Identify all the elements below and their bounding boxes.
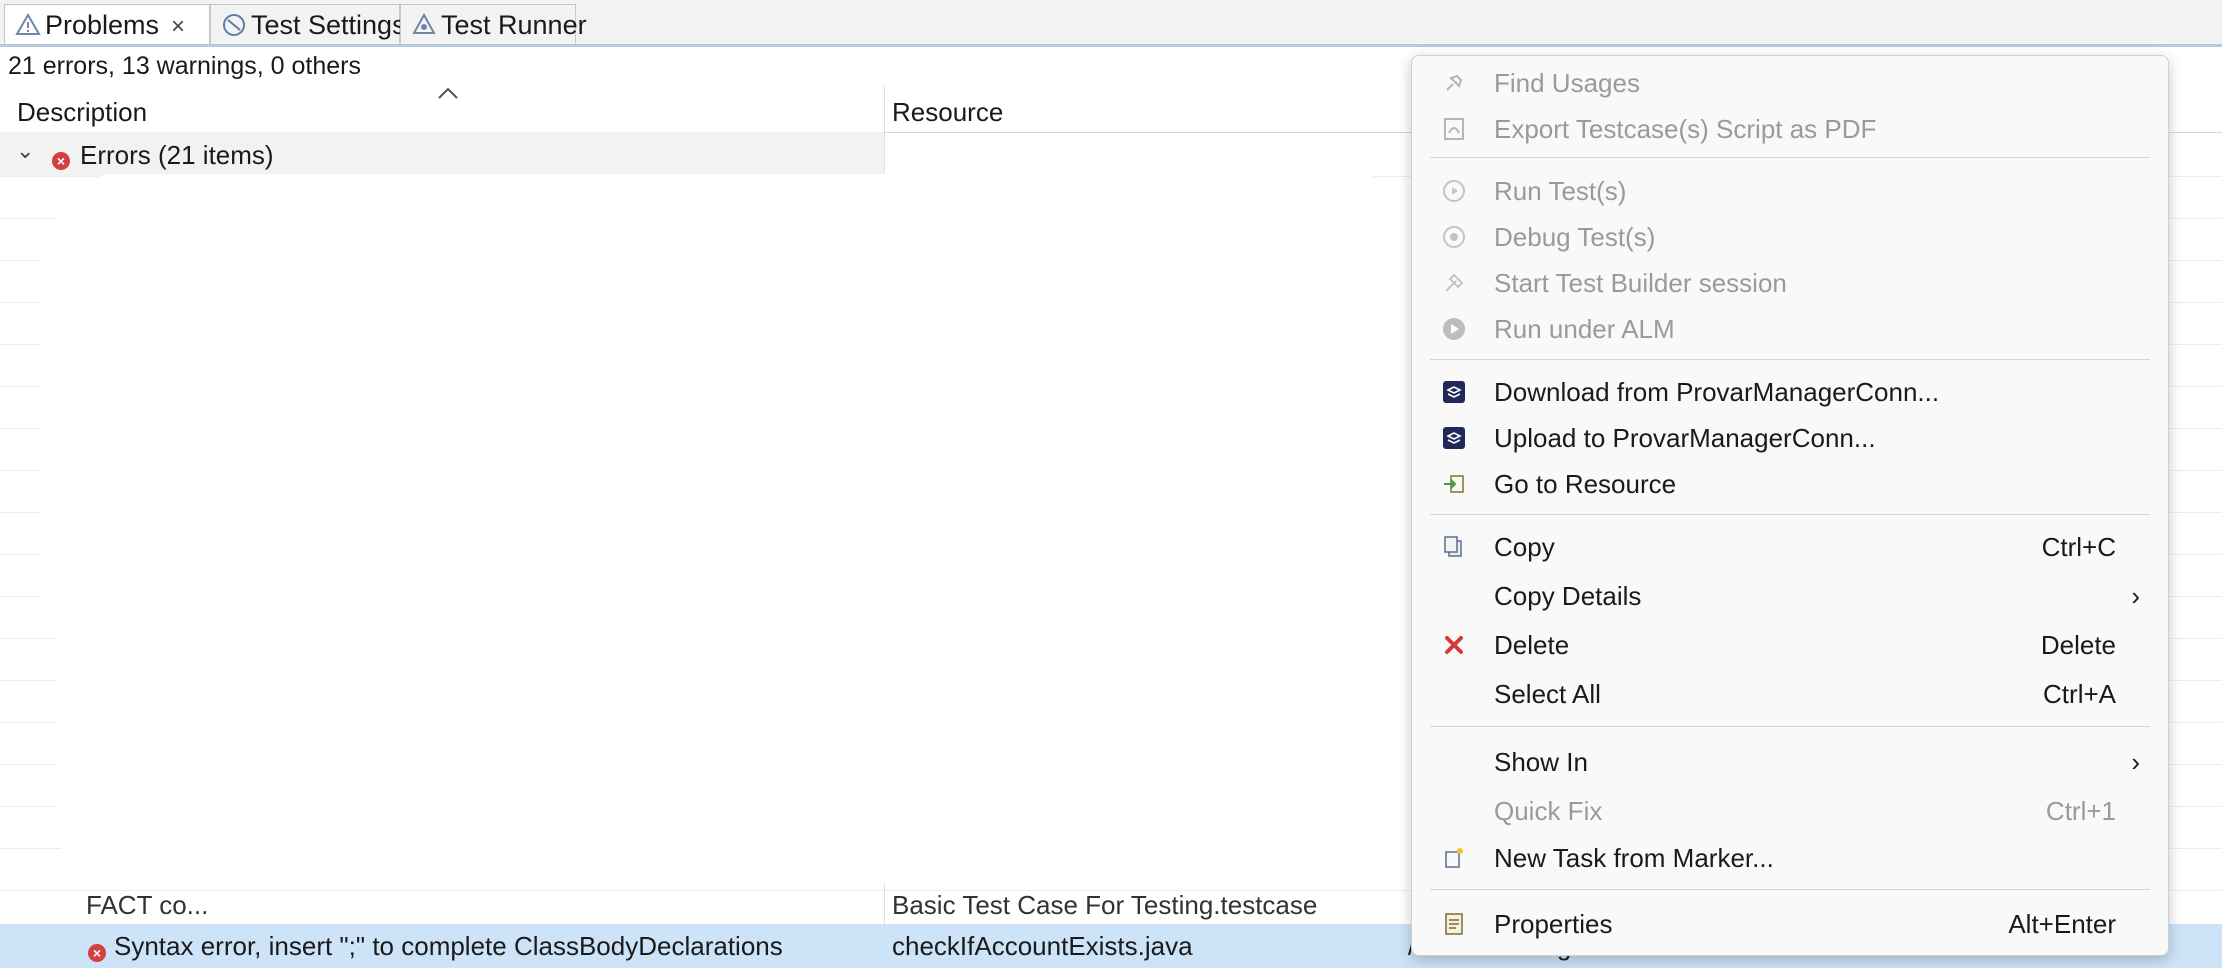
play-circle-icon [1443,318,1465,340]
menu-item-label: Go to Resource [1494,469,1677,499]
submenu-arrow-icon: › [2131,581,2140,611]
menu-item-run-tests[interactable]: Run Test(s) [1412,169,2168,213]
tab-test-settings[interactable]: Test Settings [210,4,406,44]
column-header-resource[interactable]: Resource [892,85,1003,132]
provar-manager-icon [1443,381,1465,403]
menu-item-delete[interactable]: Delete Delete [1412,623,2168,667]
menu-item-upload-provar-manager[interactable]: Upload to ProvarManagerConn... [1412,416,2168,460]
row-resource: checkIfAccountExists.java [892,931,1193,961]
error-icon: × [52,144,70,175]
menu-item-label: Select All [1494,679,1601,709]
tab-label: Test Settings [251,10,406,40]
menu-item-label: Properties [1494,909,1613,939]
menu-item-properties[interactable]: Properties Alt+Enter [1412,902,2168,946]
menu-item-run-under-alm[interactable]: Run under ALM [1412,307,2168,351]
settings-icon [221,9,247,36]
menu-item-shortcut: Delete [2040,630,2116,660]
chevron-down-icon[interactable]: ⌄ [16,138,34,164]
column-header-description[interactable]: Description [17,85,147,132]
submenu-arrow-icon: › [2131,747,2140,777]
menu-item-export-pdf[interactable]: Export Testcase(s) Script as PDF [1412,107,2168,151]
list-item-description-fragment: FACT co... [86,890,209,920]
menu-item-label: Run under ALM [1494,314,1675,344]
menu-item-label: Export Testcase(s) Script as PDF [1494,114,1877,144]
menu-item-start-test-builder[interactable]: Start Test Builder session [1412,261,2168,305]
tab-problems[interactable]: Problems × [4,4,210,44]
menu-item-label: New Task from Marker... [1494,843,1774,873]
redacted-region [56,174,1416,884]
redacted-region [40,220,100,640]
menu-item-label: Copy [1494,532,1555,562]
builder-icon [1445,273,1464,292]
menu-item-copy[interactable]: Copy Ctrl+C [1412,525,2168,569]
list-item-resource-fragment: Basic Test Case For Testing.testcase [892,890,1318,920]
menu-item-label: Quick Fix [1494,796,1603,826]
provar-manager-icon [1443,427,1465,449]
view-tab-bar: Problems × Test Settings Test Runner [0,0,2222,47]
menu-item-copy-details[interactable]: Copy Details › [1412,574,2168,618]
menu-item-download-provar-manager[interactable]: Download from ProvarManagerConn... [1412,370,2168,414]
tab-test-runner[interactable]: Test Runner [400,4,587,44]
menu-item-debug-tests[interactable]: Debug Test(s) [1412,215,2168,259]
menu-item-label: Start Test Builder session [1494,268,1787,298]
menu-item-label: Show In [1494,747,1588,777]
menu-item-label: Copy Details [1494,581,1642,611]
menu-item-go-to-resource[interactable]: Go to Resource [1412,462,2168,506]
menu-separator [1430,514,2150,515]
delete-icon [1445,636,1463,654]
row-description: Syntax error, insert ";" to complete Cla… [114,931,783,961]
group-label: Errors (21 items) [80,140,274,170]
error-icon: × [88,936,106,967]
new-task-icon [1445,848,1463,868]
problems-summary: 21 errors, 13 warnings, 0 others [8,52,361,80]
menu-item-label: Debug Test(s) [1494,222,1656,252]
tab-label: Test Runner [441,10,587,40]
run-icon [1443,180,1465,202]
pdf-icon [1444,118,1464,140]
menu-separator [1430,157,2150,158]
menu-item-show-in[interactable]: Show In › [1412,740,2168,784]
menu-item-find-usages[interactable]: Find Usages [1412,61,2168,105]
tab-label: Problems [45,10,160,40]
close-tab-icon[interactable]: × [171,7,185,47]
pin-icon [1446,74,1463,91]
menu-item-shortcut: Alt+Enter [2008,909,2116,939]
menu-separator [1430,359,2150,360]
runner-icon [411,9,437,35]
menu-item-shortcut: Ctrl+1 [2045,796,2116,826]
menu-item-label: Delete [1494,630,1570,660]
debug-icon [1443,226,1465,248]
properties-icon [1445,913,1463,935]
go-to-resource-icon [1444,475,1464,493]
menu-separator [1430,889,2150,890]
menu-item-label: Upload to ProvarManagerConn... [1494,423,1876,453]
menu-item-shortcut: Ctrl+C [2041,532,2116,562]
menu-item-label: Find Usages [1494,68,1640,98]
sort-ascending-icon [438,87,458,99]
copy-icon [1444,536,1462,557]
menu-item-select-all[interactable]: Select All Ctrl+A [1412,672,2168,716]
menu-separator [1430,726,2150,727]
group-row-errors[interactable]: ⌄ × Errors (21 items) [0,132,884,176]
menu-item-quick-fix[interactable]: Quick Fix Ctrl+1 [1412,789,2168,833]
context-menu: Find Usages Export Testcase(s) Script as… [1411,55,2169,956]
menu-item-label: Download from ProvarManagerConn... [1494,377,1940,407]
warning-icon [15,9,41,35]
menu-item-label: Run Test(s) [1494,176,1627,206]
menu-item-shortcut: Ctrl+A [2043,679,2116,709]
menu-item-new-task-from-marker[interactable]: New Task from Marker... [1412,836,2168,880]
